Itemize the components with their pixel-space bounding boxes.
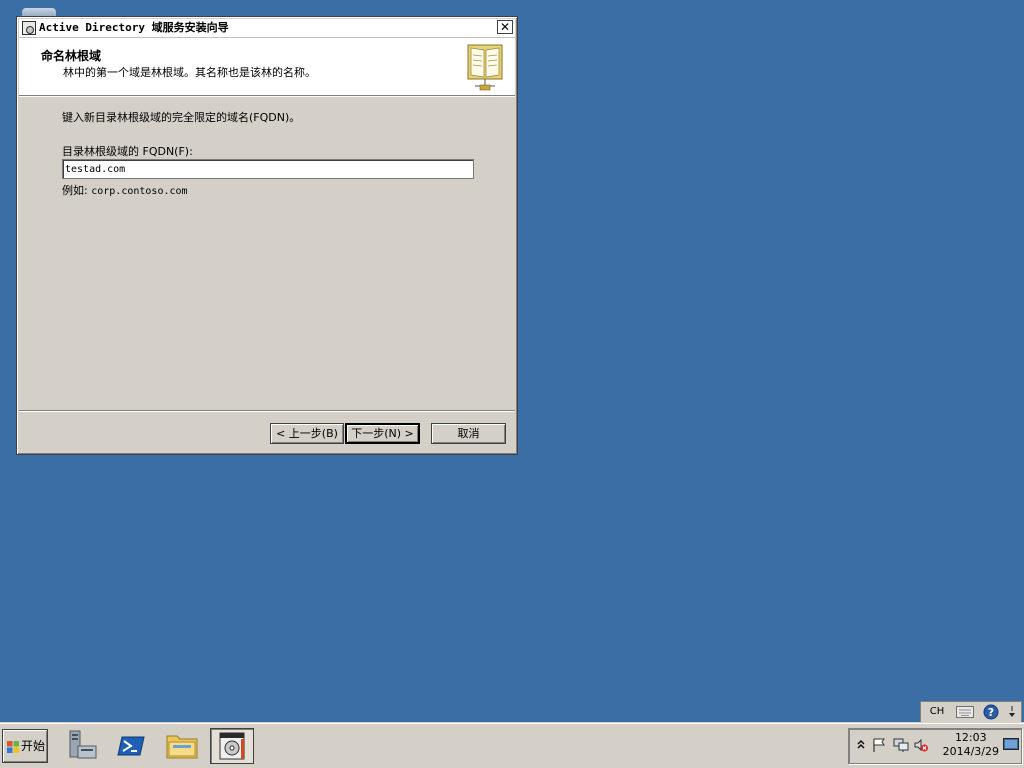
wizard-header: 命名林根域 林中的第一个域是林根域。其名称也是该林的名称。 — [19, 38, 515, 96]
book-icon — [467, 44, 503, 91]
clock[interactable]: 12:03 2014/3/29 — [943, 731, 999, 759]
keyboard-icon[interactable] — [953, 703, 977, 721]
taskbar: 开始 12:03 2014/3/29 — [0, 723, 1024, 768]
footer-divider — [19, 410, 515, 412]
clock-date: 2014/3/29 — [942, 745, 999, 758]
cancel-button[interactable]: 取消 — [431, 423, 506, 444]
svg-text:?: ? — [988, 706, 994, 719]
server-manager-icon[interactable] — [64, 728, 100, 764]
fqdn-label: 目录林根级域的 FQDN(F): — [62, 145, 193, 158]
show-desktop-icon[interactable] — [1003, 738, 1019, 754]
network-icon[interactable] — [893, 737, 909, 753]
clock-time: 12:03 — [954, 731, 987, 744]
wizard-app-icon — [22, 21, 36, 35]
back-button[interactable]: < 上一步(B) — [270, 423, 344, 444]
start-button[interactable]: 开始 — [2, 729, 48, 763]
next-button[interactable]: 下一步(N) > — [345, 423, 420, 444]
help-icon[interactable]: ? — [981, 703, 1001, 721]
intro-text: 键入新目录林根级域的完全限定的域名(FQDN)。 — [62, 111, 301, 124]
powershell-icon[interactable] — [114, 728, 150, 764]
start-label: 开始 — [21, 739, 46, 753]
chevron-down-icon[interactable] — [1005, 703, 1019, 721]
close-button[interactable]: ✕ — [497, 20, 513, 34]
volume-muted-icon[interactable] — [913, 737, 929, 753]
fqdn-input[interactable] — [62, 159, 474, 179]
example-label: 例如: — [62, 184, 88, 197]
title-bar[interactable]: Active Directory 域服务安装向导 ✕ — [19, 19, 515, 38]
page-subtitle: 林中的第一个域是林根域。其名称也是该林的名称。 — [63, 66, 316, 79]
action-center-flag-icon[interactable] — [871, 737, 887, 753]
show-hidden-icons-icon[interactable] — [853, 737, 869, 753]
notification-area: 12:03 2014/3/29 — [848, 728, 1022, 764]
example-value: corp.contoso.com — [91, 186, 188, 197]
ad-wizard-icon[interactable] — [210, 728, 254, 764]
language-bar: CH ? — [920, 701, 1022, 723]
example-hint: 例如: corp.contoso.com — [62, 182, 188, 198]
explorer-folder-icon[interactable] — [164, 728, 200, 764]
language-indicator[interactable]: CH — [925, 703, 949, 721]
ad-ds-install-wizard-window: Active Directory 域服务安装向导 ✕ 命名林根域 林中的第一个域… — [16, 16, 518, 455]
page-title: 命名林根域 — [41, 49, 102, 63]
window-title: Active Directory 域服务安装向导 — [39, 21, 229, 34]
windows-logo-icon — [7, 741, 19, 753]
